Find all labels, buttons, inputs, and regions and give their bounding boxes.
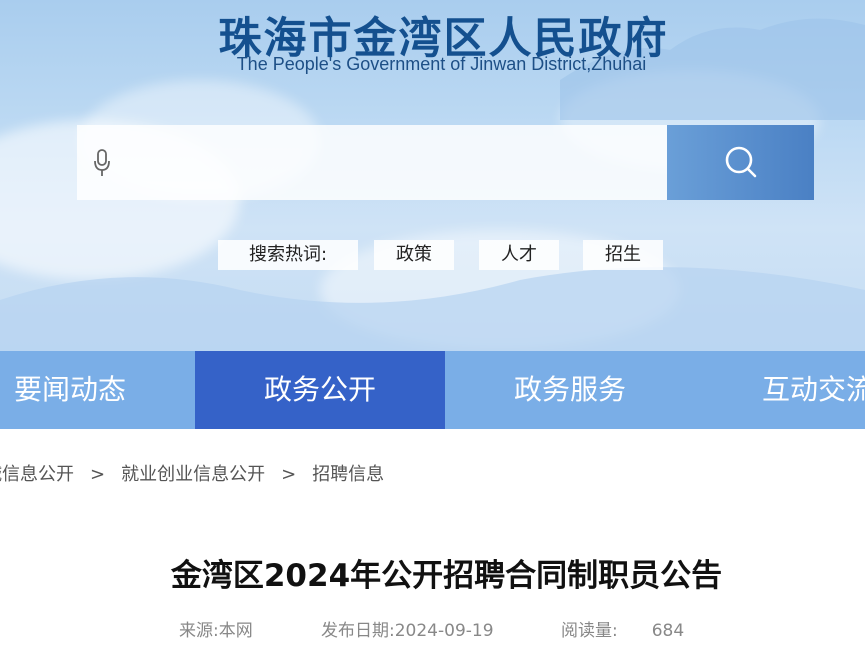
- hot-words-label: 搜索热词:: [218, 240, 358, 270]
- main-nav: 要闻动态 政务公开 政务服务 互动交流: [0, 351, 865, 429]
- nav-item-gov-services[interactable]: 政务服务: [445, 351, 695, 429]
- breadcrumb-item[interactable]: 就业创业信息公开: [121, 464, 265, 485]
- breadcrumb-separator: >: [90, 464, 106, 485]
- hot-word-tag[interactable]: 招生: [583, 240, 663, 270]
- views-value: 684: [651, 621, 685, 641]
- search-button[interactable]: [667, 125, 814, 200]
- views-label: 阅读量:: [561, 621, 618, 641]
- source-value: 本网: [218, 621, 253, 641]
- breadcrumb: 诚信息公开 > 就业创业信息公开 > 招聘信息: [0, 462, 865, 488]
- nav-item-news[interactable]: 要闻动态: [0, 351, 140, 429]
- nav-item-interaction[interactable]: 互动交流: [762, 351, 865, 429]
- header-banner: 珠海市金湾区人民政府 The People's Government of Ji…: [0, 0, 865, 351]
- breadcrumb-item[interactable]: 诚信息公开: [0, 464, 74, 485]
- date-value: 2024-09-19: [394, 621, 494, 641]
- hot-word-tag[interactable]: 政策: [374, 240, 454, 270]
- search-icon: [725, 146, 757, 178]
- microphone-icon[interactable]: [93, 149, 111, 177]
- article-views: 阅读量: 684: [561, 620, 684, 642]
- article-date: 发布日期:2024-09-19: [321, 620, 494, 642]
- site-subtitle: The People's Government of Jinwan Distri…: [236, 54, 647, 74]
- source-label: 来源:: [179, 621, 219, 641]
- search-box: [77, 125, 667, 200]
- breadcrumb-separator: >: [281, 464, 297, 485]
- nav-item-gov-affairs-open[interactable]: 政务公开: [195, 351, 445, 429]
- hot-word-tag[interactable]: 人才: [479, 240, 559, 270]
- article-title: 金湾区2024年公开招聘合同制职员公告: [170, 558, 723, 594]
- search-input[interactable]: [125, 125, 655, 200]
- date-label: 发布日期:: [321, 621, 395, 641]
- breadcrumb-item[interactable]: 招聘信息: [312, 464, 384, 485]
- article-source: 来源:本网: [179, 620, 253, 642]
